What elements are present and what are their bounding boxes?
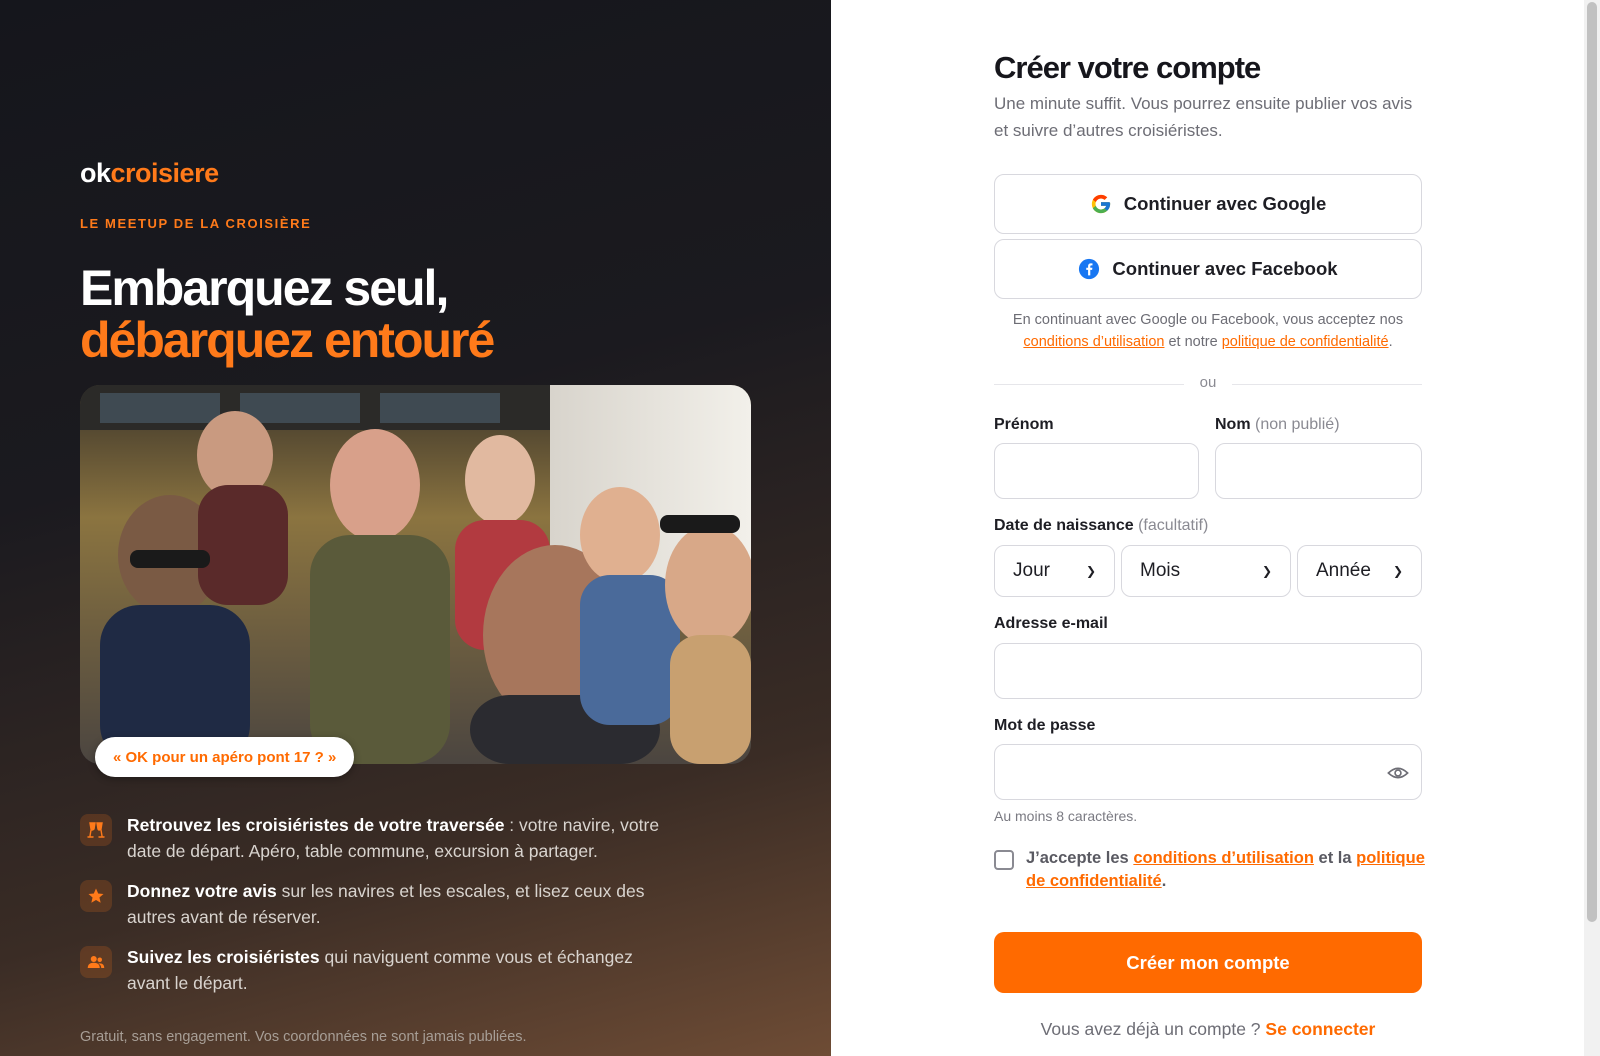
logo-ok-text: ok (80, 158, 111, 188)
feature-item: Donnez votre avis sur les navires et les… (80, 878, 680, 930)
email-input[interactable] (994, 643, 1422, 699)
feature-text: Donnez votre avis sur les navires et les… (127, 881, 645, 927)
signin-prompt: Vous avez déjà un compte ? Se connecter (1040, 1019, 1376, 1039)
consent-terms-link[interactable]: conditions d’utilisation (1133, 849, 1314, 867)
page-title: Créer votre compte (994, 50, 1261, 85)
dob-month-select[interactable]: Mois ❯ (1121, 545, 1291, 597)
cheers-icon (80, 814, 112, 846)
group-photo-illustration (80, 385, 751, 764)
signup-panel: Créer votre compte Une minute suffit. Vo… (831, 0, 1584, 1056)
terms-link[interactable]: conditions d’utilisation (1023, 334, 1164, 350)
photo-caption-pill: « OK pour un apéro pont 17 ? » (95, 737, 355, 777)
people-icon (80, 946, 112, 978)
lastname-input[interactable] (1215, 443, 1422, 499)
chevron-down-icon: ❯ (1392, 564, 1403, 578)
password-label: Mot de passe (994, 717, 1096, 734)
dob-day-select[interactable]: Jour ❯ (994, 545, 1115, 597)
feature-list: Retrouvez les croisiéristes de votre tra… (80, 812, 680, 1010)
signin-link[interactable]: Se connecter (1265, 1019, 1375, 1039)
create-account-button[interactable]: Créer mon compte (994, 932, 1422, 993)
firstname-input[interactable] (994, 443, 1199, 499)
footnote: Gratuit, sans engagement. Vos coordonnée… (80, 1029, 527, 1045)
or-divider: ou (994, 374, 1422, 394)
google-icon (1090, 193, 1112, 215)
password-input[interactable] (994, 744, 1422, 800)
hero-panel: okcroisiere LE MEETUP DE LA CROISIÈRE Em… (0, 0, 831, 1056)
terms-checkbox[interactable] (994, 850, 1014, 870)
logo[interactable]: okcroisiere (80, 158, 219, 189)
facebook-signin-button[interactable]: Continuer avec Facebook (994, 239, 1422, 299)
tagline-kicker: LE MEETUP DE LA CROISIÈRE (80, 216, 312, 231)
hero-headline: Embarquez seul, débarquez entouré (80, 260, 495, 368)
group-photo (80, 385, 751, 764)
password-hint: Au moins 8 caractères. (994, 808, 1138, 824)
feature-item: Suivez les croisiéristes qui naviguent c… (80, 944, 680, 996)
google-signin-button[interactable]: Continuer avec Google (994, 174, 1422, 234)
feature-text: Suivez les croisiéristes qui naviguent c… (127, 947, 633, 993)
lastname-label: Nom (non publié) (1215, 416, 1340, 433)
facebook-button-label: Continuer avec Facebook (1112, 258, 1338, 279)
dob-year-select[interactable]: Année ❯ (1297, 545, 1422, 597)
dob-label: Date de naissance (facultatif) (994, 517, 1209, 534)
show-password-eye-icon[interactable] (1387, 762, 1409, 789)
sso-legal-notice: En continuant avec Google ou Facebook, v… (1012, 312, 1404, 350)
headline-line-2: débarquez entouré (80, 312, 495, 368)
privacy-link[interactable]: politique de confidentialité (1222, 334, 1389, 350)
google-button-label: Continuer avec Google (1123, 193, 1327, 214)
chevron-down-icon: ❯ (1085, 564, 1096, 578)
chevron-down-icon: ❯ (1261, 564, 1272, 578)
page-scrollbar[interactable] (1584, 0, 1600, 1056)
page-subtitle: Une minute suffit. Vous pourrez ensuite … (994, 94, 1413, 140)
feature-text: Retrouvez les croisiéristes de votre tra… (127, 815, 660, 861)
facebook-icon (1078, 258, 1100, 280)
feature-item: Retrouvez les croisiéristes de votre tra… (80, 812, 680, 864)
scrollbar-thumb[interactable] (1587, 2, 1597, 922)
terms-consent-text: J’accepte les conditions d’utilisation e… (1026, 849, 1425, 890)
headline-line-1: Embarquez seul, (80, 260, 449, 316)
email-label: Adresse e-mail (994, 615, 1108, 632)
star-icon (80, 880, 112, 912)
firstname-label: Prénom (994, 416, 1054, 433)
logo-croisiere-text: croisiere (110, 158, 220, 188)
